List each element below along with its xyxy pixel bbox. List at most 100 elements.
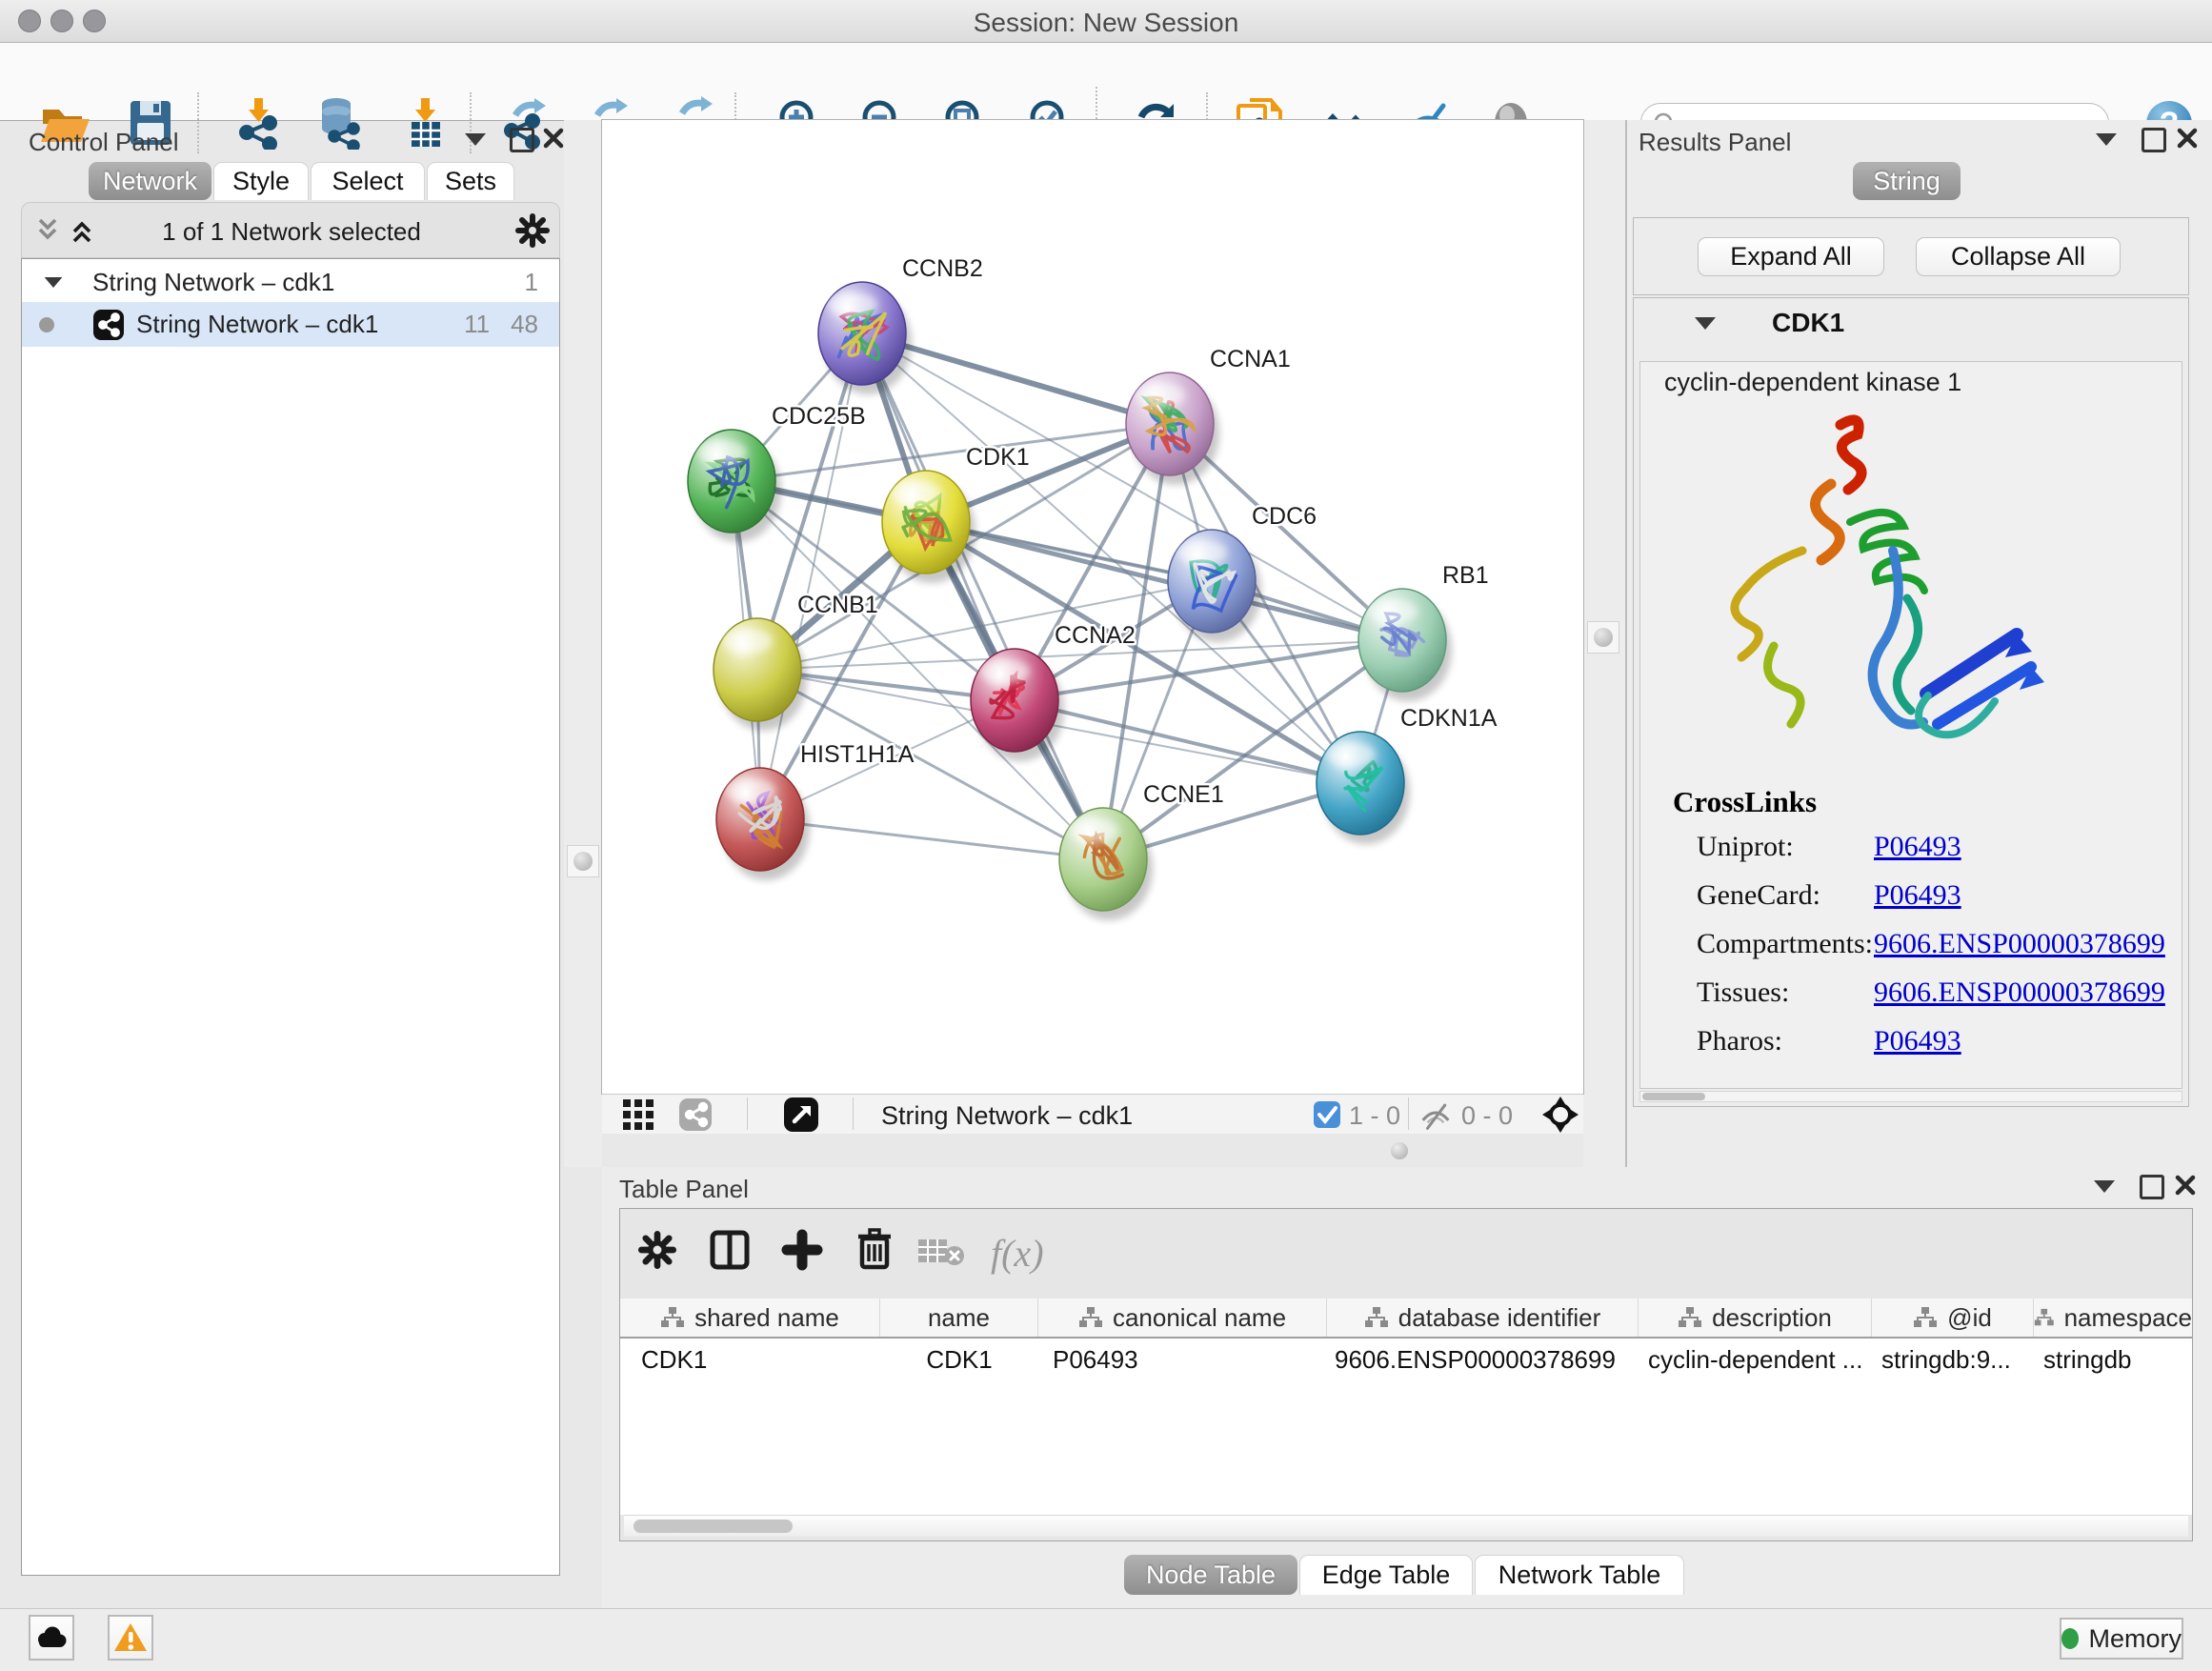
column-header-shared-name[interactable]: shared name bbox=[620, 1299, 880, 1337]
collection-expander-icon[interactable] bbox=[45, 276, 63, 287]
string-network-icon bbox=[92, 309, 125, 341]
collection-count: 1 bbox=[525, 268, 538, 297]
network-node-CCNB2[interactable]: CCNB2 bbox=[818, 255, 983, 394]
network-node-CCNE1[interactable]: CCNE1 bbox=[1059, 781, 1224, 920]
tab-sets[interactable]: Sets bbox=[427, 162, 514, 200]
network-options-gear-icon[interactable] bbox=[515, 213, 550, 248]
left-splitter[interactable] bbox=[564, 120, 602, 1167]
add-column-icon[interactable] bbox=[781, 1229, 823, 1271]
window-title: Session: New Session bbox=[0, 8, 2212, 38]
node-label-CCNB1: CCNB1 bbox=[797, 592, 878, 618]
control-panel-float-icon[interactable] bbox=[510, 128, 534, 152]
results-panel-close-icon[interactable] bbox=[2176, 127, 2199, 150]
protein-structure-image bbox=[1679, 408, 2060, 779]
right-splitter-handle[interactable] bbox=[1587, 621, 1619, 654]
table-panel-float-icon[interactable] bbox=[2140, 1175, 2164, 1199]
tab-style[interactable]: Style bbox=[213, 162, 309, 200]
network-share-view-icon[interactable] bbox=[678, 1097, 713, 1132]
toolbar-separator bbox=[747, 1097, 748, 1130]
control-panel-close-icon[interactable] bbox=[542, 127, 565, 150]
warning-status-button[interactable] bbox=[108, 1615, 153, 1661]
column-header-namespace[interactable]: namespace bbox=[2034, 1299, 2192, 1337]
crosslink-value[interactable]: P06493 bbox=[1874, 831, 1961, 863]
cloud-status-button[interactable] bbox=[29, 1615, 74, 1661]
show-columns-icon[interactable] bbox=[709, 1229, 751, 1271]
table-cell[interactable]: 9606.ENSP00000378699 bbox=[1327, 1340, 1639, 1379]
table-cell[interactable]: stringdb:9... bbox=[1872, 1340, 2034, 1379]
delete-column-icon[interactable] bbox=[854, 1227, 895, 1271]
control-panel-title: Control Panel bbox=[29, 128, 179, 157]
column-header-database-identifier[interactable]: database identifier bbox=[1327, 1299, 1639, 1337]
selected-counts: 1 - 0 bbox=[1349, 1101, 1400, 1131]
node-section-title: CDK1 bbox=[1772, 308, 1844, 338]
table-panel-close-icon[interactable] bbox=[2174, 1174, 2197, 1197]
birdseye-crosshair-icon[interactable] bbox=[1541, 1096, 1579, 1134]
tab-edge-table[interactable]: Edge Table bbox=[1299, 1555, 1473, 1595]
network-row[interactable]: String Network – cdk1 11 48 bbox=[22, 302, 559, 347]
crosslink-value[interactable]: P06493 bbox=[1874, 1025, 1961, 1057]
control-panel: Control Panel Network Style Select Sets … bbox=[0, 120, 564, 1608]
tab-network[interactable]: Network bbox=[89, 162, 211, 200]
memory-status-dot bbox=[2061, 1628, 2079, 1649]
string-actions-box: Expand All Collapse All bbox=[1633, 217, 2189, 295]
node-label-CCNE1: CCNE1 bbox=[1143, 781, 1224, 808]
memory-status-button[interactable]: Memory bbox=[2060, 1618, 2183, 1660]
node-label-CCNB2: CCNB2 bbox=[902, 255, 983, 282]
network-label: String Network – cdk1 bbox=[136, 310, 378, 339]
detach-view-icon[interactable] bbox=[783, 1097, 819, 1133]
right-splitter[interactable] bbox=[1583, 120, 1625, 1167]
tab-string[interactable]: String bbox=[1853, 162, 1961, 200]
table-hscrollbar[interactable] bbox=[624, 1515, 2188, 1537]
crosslink-value[interactable]: 9606.ENSP00000378699 bbox=[1874, 928, 2165, 960]
network-node-CDC25B[interactable]: CDC25B bbox=[688, 403, 866, 542]
grid-view-icon[interactable] bbox=[621, 1097, 655, 1132]
table-hscrollbar-thumb[interactable] bbox=[633, 1520, 793, 1533]
network-node-CDC6[interactable]: CDC6 bbox=[1168, 503, 1317, 642]
network-node-HIST1H1A[interactable]: HIST1H1A bbox=[716, 741, 915, 880]
node-label-CDC6: CDC6 bbox=[1252, 503, 1317, 530]
network-column-icon bbox=[1078, 1306, 1103, 1329]
node-section-expander-icon[interactable] bbox=[1695, 317, 1716, 330]
control-panel-menu-icon[interactable] bbox=[465, 133, 486, 146]
table-panel-menu-icon[interactable] bbox=[2094, 1180, 2115, 1193]
column-header-id[interactable]: @id bbox=[1872, 1299, 2034, 1337]
network-selection-summary: 1 of 1 Network selected bbox=[22, 217, 561, 247]
table-cell[interactable]: CDK1 bbox=[880, 1340, 1038, 1379]
column-header-description[interactable]: description bbox=[1639, 1299, 1872, 1337]
network-column-icon bbox=[2034, 1306, 2055, 1329]
network-node-CCNA2[interactable]: CCNA2 bbox=[971, 622, 1136, 761]
table-cell[interactable]: CDK1 bbox=[620, 1340, 880, 1379]
table-cell[interactable]: stringdb bbox=[2034, 1340, 2192, 1379]
network-list bbox=[21, 258, 560, 1576]
tab-network-table[interactable]: Network Table bbox=[1475, 1555, 1684, 1595]
bottom-splitter-handle[interactable] bbox=[1391, 1142, 1408, 1159]
results-panel-title: Results Panel bbox=[1639, 128, 1791, 157]
selected-checkbox-icon[interactable] bbox=[1313, 1100, 1341, 1129]
network-list-toolbar: 1 of 1 Network selected bbox=[21, 202, 560, 258]
crosslink-value[interactable]: P06493 bbox=[1874, 879, 1961, 912]
network-graph[interactable]: CCNB2CCNA1CDC25BCDK1CDC6RB1CCNB1CCNA2CDK… bbox=[602, 120, 1583, 1094]
network-collection-row[interactable]: String Network – cdk1 1 bbox=[22, 262, 559, 302]
results-panel-menu-icon[interactable] bbox=[2096, 133, 2117, 146]
table-cell[interactable]: cyclin-dependent ... bbox=[1639, 1340, 1872, 1379]
tab-node-table[interactable]: Node Table bbox=[1124, 1555, 1297, 1595]
network-node-CCNA1[interactable]: CCNA1 bbox=[1126, 346, 1291, 485]
network-node-RB1[interactable]: RB1 bbox=[1358, 562, 1489, 701]
results-hscrollbar[interactable] bbox=[1639, 1091, 2182, 1102]
results-panel-float-icon[interactable] bbox=[2142, 128, 2166, 152]
expand-all-button[interactable]: Expand All bbox=[1698, 237, 1884, 276]
crosslink-label: Pharos: bbox=[1697, 1025, 1874, 1057]
tab-select[interactable]: Select bbox=[311, 162, 425, 200]
column-header-name[interactable]: name bbox=[880, 1299, 1038, 1337]
left-splitter-handle[interactable] bbox=[567, 845, 599, 877]
results-hscrollbar-thumb[interactable] bbox=[1642, 1093, 1705, 1100]
network-canvas[interactable]: CCNB2CCNA1CDC25BCDK1CDC6RB1CCNB1CCNA2CDK… bbox=[602, 120, 1583, 1094]
table-options-gear-icon[interactable] bbox=[638, 1231, 676, 1269]
collapse-all-button[interactable]: Collapse All bbox=[1916, 237, 2121, 276]
crosslink-value[interactable]: 9606.ENSP00000378699 bbox=[1874, 976, 2165, 1009]
column-header-canonical-name[interactable]: canonical name bbox=[1038, 1299, 1327, 1337]
bottom-splitter[interactable] bbox=[602, 1134, 1583, 1167]
network-node-CCNB1[interactable]: CCNB1 bbox=[714, 592, 878, 731]
table-cell[interactable]: P06493 bbox=[1038, 1340, 1327, 1379]
network-node-CDKN1A[interactable]: CDKN1A bbox=[1317, 705, 1498, 844]
